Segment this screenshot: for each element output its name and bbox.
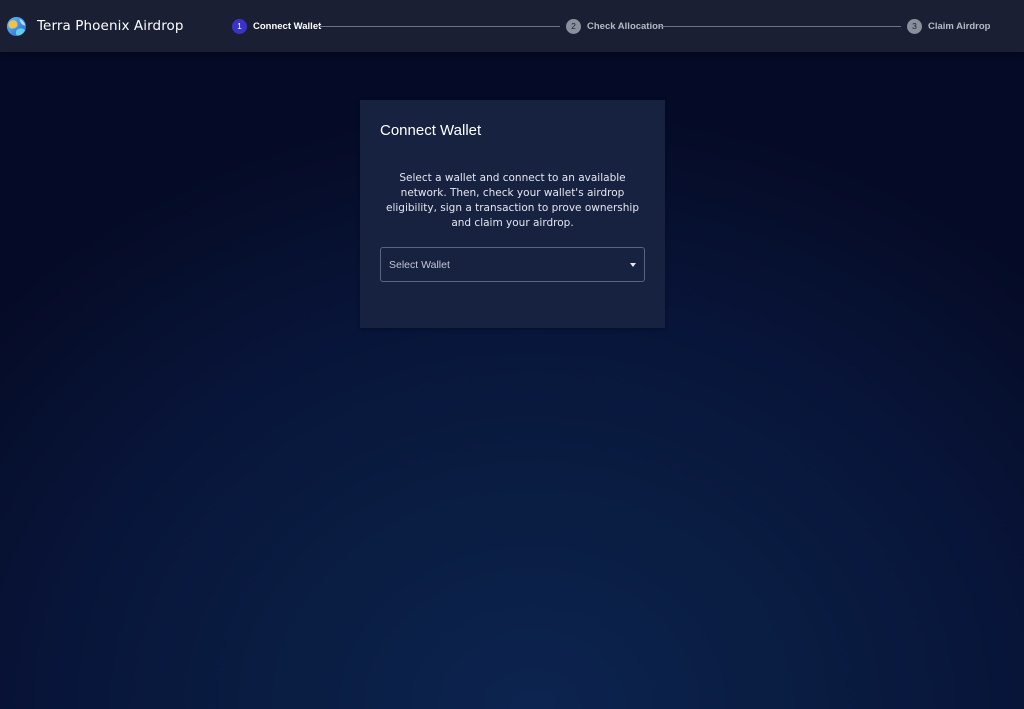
card-description: Select a wallet and connect to an availa… (386, 172, 639, 229)
wallet-select[interactable]: Select Wallet (380, 247, 645, 282)
chevron-down-icon (630, 263, 636, 267)
step-check-allocation[interactable]: 2 Check Allocation (566, 18, 664, 34)
step-number: 1 (232, 18, 247, 34)
top-bar: Terra Phoenix Airdrop 1 Connect Wallet 2… (0, 0, 1024, 52)
step-claim-airdrop[interactable]: 3 Claim Airdrop (907, 18, 990, 34)
progress-stepper: 1 Connect Wallet 2 Check Allocation 3 Cl… (0, 0, 1024, 52)
step-number: 2 (566, 18, 581, 34)
connect-wallet-card: Connect Wallet Select a wallet and conne… (360, 100, 665, 328)
step-connector (319, 25, 560, 27)
step-label: Check Allocation (587, 20, 664, 32)
step-connect-wallet[interactable]: 1 Connect Wallet (232, 18, 321, 34)
wallet-select-placeholder: Select Wallet (389, 258, 450, 271)
step-label: Claim Airdrop (928, 20, 991, 32)
step-label: Connect Wallet (253, 20, 322, 32)
step-number: 3 (907, 18, 922, 34)
card-title: Connect Wallet (380, 122, 482, 139)
step-connector (660, 25, 901, 27)
